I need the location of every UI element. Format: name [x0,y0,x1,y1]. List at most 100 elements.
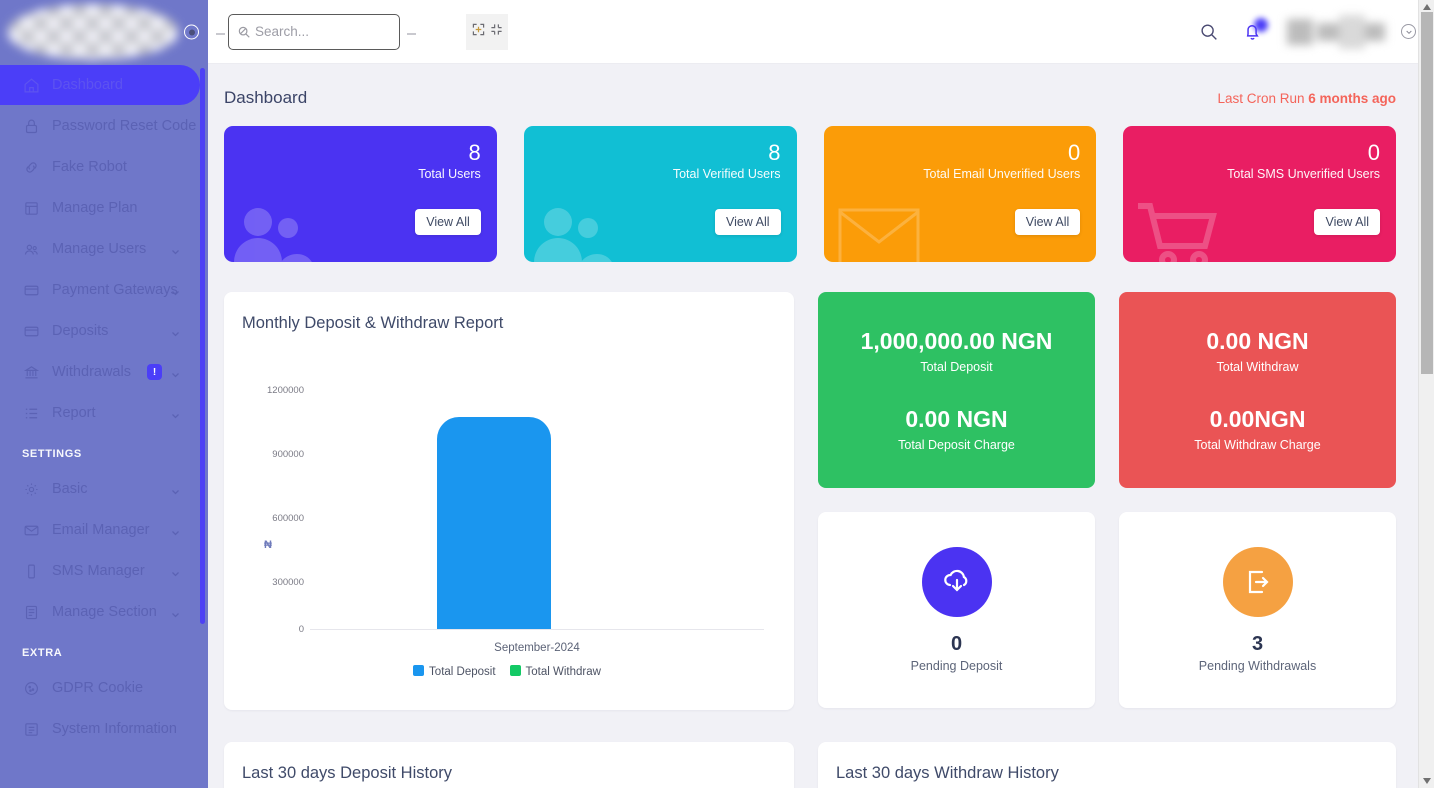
credit-card-icon [22,322,40,340]
sidebar-item-withdrawals[interactable]: Withdrawals ! [0,352,200,392]
sidebar-item-dashboard[interactable]: Dashboard [0,65,200,105]
bar-total-deposit[interactable] [437,417,551,629]
user-extra-text [1365,22,1385,41]
view-all-button[interactable]: View All [415,209,481,235]
view-all-button[interactable]: View All [714,209,781,235]
sidebar-item-basic[interactable]: Basic [0,469,200,509]
y-tick-label: 600000 [272,513,304,524]
stat-value: 0 [1367,140,1380,165]
money-card-row: 1,000,000.00 NGN Total Deposit 0.00 NGN … [818,292,1396,488]
legend-swatch [413,665,425,676]
y-tick-label: 1200000 [267,385,304,396]
legend-item-total-withdraw[interactable]: Total Withdraw [509,665,601,678]
chart-plot-area[interactable]: 1200000 900000 600000 300000 0 ₦ Septemb… [242,339,772,679]
x-tick-label: September-2024 [494,642,580,654]
bank-icon [22,363,40,381]
total-withdraw-charge-value: 0.00NGN [1209,406,1306,432]
app-root: Dashboard Password Reset Code Fake Robot… [0,0,1434,788]
chevron-down-icon [171,567,180,577]
withdraw-history-title: Last 30 days Withdraw History [836,764,1059,782]
total-withdraw-card: 0.00 NGN Total Withdraw 0.00NGN Total Wi… [1119,292,1396,488]
dashboard-content: 8 Total Users View All 8 Total Verified … [208,114,1434,788]
sidebar-item-label: Manage Users [52,241,147,257]
sidebar-item-payment-gateways[interactable]: Payment Gateways [0,270,200,310]
chevron-down-icon [171,245,180,255]
bell-badge [1254,18,1268,32]
envelope-icon [22,521,40,539]
deposit-history-card: Last 30 days Deposit History [224,742,794,788]
scroll-down-arrow-icon[interactable] [1419,774,1434,788]
stat-label: Total Verified Users [672,167,781,181]
sidebar-item-password-reset-code[interactable]: Password Reset Code [0,106,200,146]
cloud-download-icon [921,547,992,617]
chart-title: Monthly Deposit & Withdraw Report [242,314,504,332]
pending-withdrawals-card[interactable]: 3 Pending Withdrawals [1119,512,1396,708]
user-role-text [1339,14,1365,49]
document-icon [22,603,40,621]
window-scrollbar[interactable] [1418,0,1434,788]
sidebar-item-manage-plan[interactable]: Manage Plan [0,188,200,228]
sidebar-item-email-manager[interactable]: Email Manager [0,510,200,550]
bell-icon[interactable] [1242,18,1268,42]
total-deposit-charge-value: 0.00 NGN [905,406,1008,432]
pending-withdrawals-label: Pending Withdrawals [1198,659,1317,673]
page-title: Dashboard [224,88,308,107]
sidebar-item-manage-users[interactable]: Manage Users [0,229,200,269]
search-area [216,13,416,50]
pending-withdrawals-value: 3 [1251,633,1264,655]
fullscreen-toggle-group[interactable] [466,13,508,50]
last-cron-run: Last Cron Run 6 months ago [1217,91,1396,106]
sidebar-item-deposits[interactable]: Deposits [0,311,200,351]
main-area: Dashboard Last Cron Run 6 months ago 8 T… [208,0,1434,788]
avatar[interactable] [1287,14,1385,49]
sidebar-item-sms-manager[interactable]: SMS Manager [0,551,200,591]
stat-card-email-unverified-users[interactable]: 0 Total Email Unverified Users View All [823,126,1097,262]
total-deposit-card: 1,000,000.00 NGN Total Deposit 0.00 NGN … [818,292,1095,488]
search-icon[interactable] [1198,21,1220,43]
sidebar-item-system-information[interactable]: System Information [0,709,200,749]
collapse-icon[interactable] [490,23,503,41]
users-group-icon [532,200,624,262]
decorative-dash-right [407,32,416,35]
sidebar-item-label: Password Reset Code [52,118,197,134]
search-icon [237,25,251,39]
pending-deposit-card[interactable]: 0 Pending Deposit [818,512,1095,708]
search-input[interactable] [255,24,385,39]
legend-item-total-deposit[interactable]: Total Deposit [413,665,496,678]
link-icon [22,158,40,176]
sidebar-item-label: Deposits [52,323,109,339]
info-icon [22,720,40,738]
sidebar-logo-area [0,0,208,64]
stat-label: Total Users [418,167,481,181]
sidebar-item-label: Fake Robot [52,159,127,175]
sidebar-item-fake-robot[interactable]: Fake Robot [0,147,200,187]
legend-swatch [509,665,521,676]
y-tick-label: 900000 [272,449,304,460]
sidebar-scrollbar-thumb[interactable] [200,68,205,624]
user-name-text [1317,22,1339,41]
envelope-icon [838,208,920,262]
y-tick-label: 300000 [272,577,304,588]
page-header: Dashboard Last Cron Run 6 months ago [208,64,1434,114]
withdrawals-badge: ! [147,364,162,380]
stat-card-sms-unverified-users[interactable]: 0 Total SMS Unverified Users View All [1123,126,1396,262]
search-box[interactable] [228,13,400,50]
sidebar-item-report[interactable]: Report [0,393,200,433]
sidebar-item-gdpr-cookie[interactable]: GDPR Cookie [0,668,200,708]
cookie-icon [22,679,40,697]
view-all-button[interactable]: View All [1314,209,1380,235]
x-axis-line [310,629,764,630]
stat-card-total-users[interactable]: 8 Total Users View All [224,126,497,262]
scrollbar-thumb[interactable] [1421,12,1433,374]
mobile-icon [22,562,40,580]
sidebar-toggle-button[interactable] [184,24,199,40]
sidebar-item-label: Dashboard [52,77,123,93]
sidebar-nav-scroll[interactable]: Dashboard Password Reset Code Fake Robot… [0,65,208,788]
expand-icon[interactable] [472,23,485,41]
sidebar-item-manage-section[interactable]: Manage Section [0,592,200,632]
chevron-down-icon[interactable] [1401,24,1416,39]
stat-card-row: 8 Total Users View All 8 Total Verified … [224,126,1396,262]
chevron-down-icon [171,608,180,618]
view-all-button[interactable]: View All [1014,209,1081,235]
stat-card-total-verified-users[interactable]: 8 Total Verified Users View All [523,126,797,262]
